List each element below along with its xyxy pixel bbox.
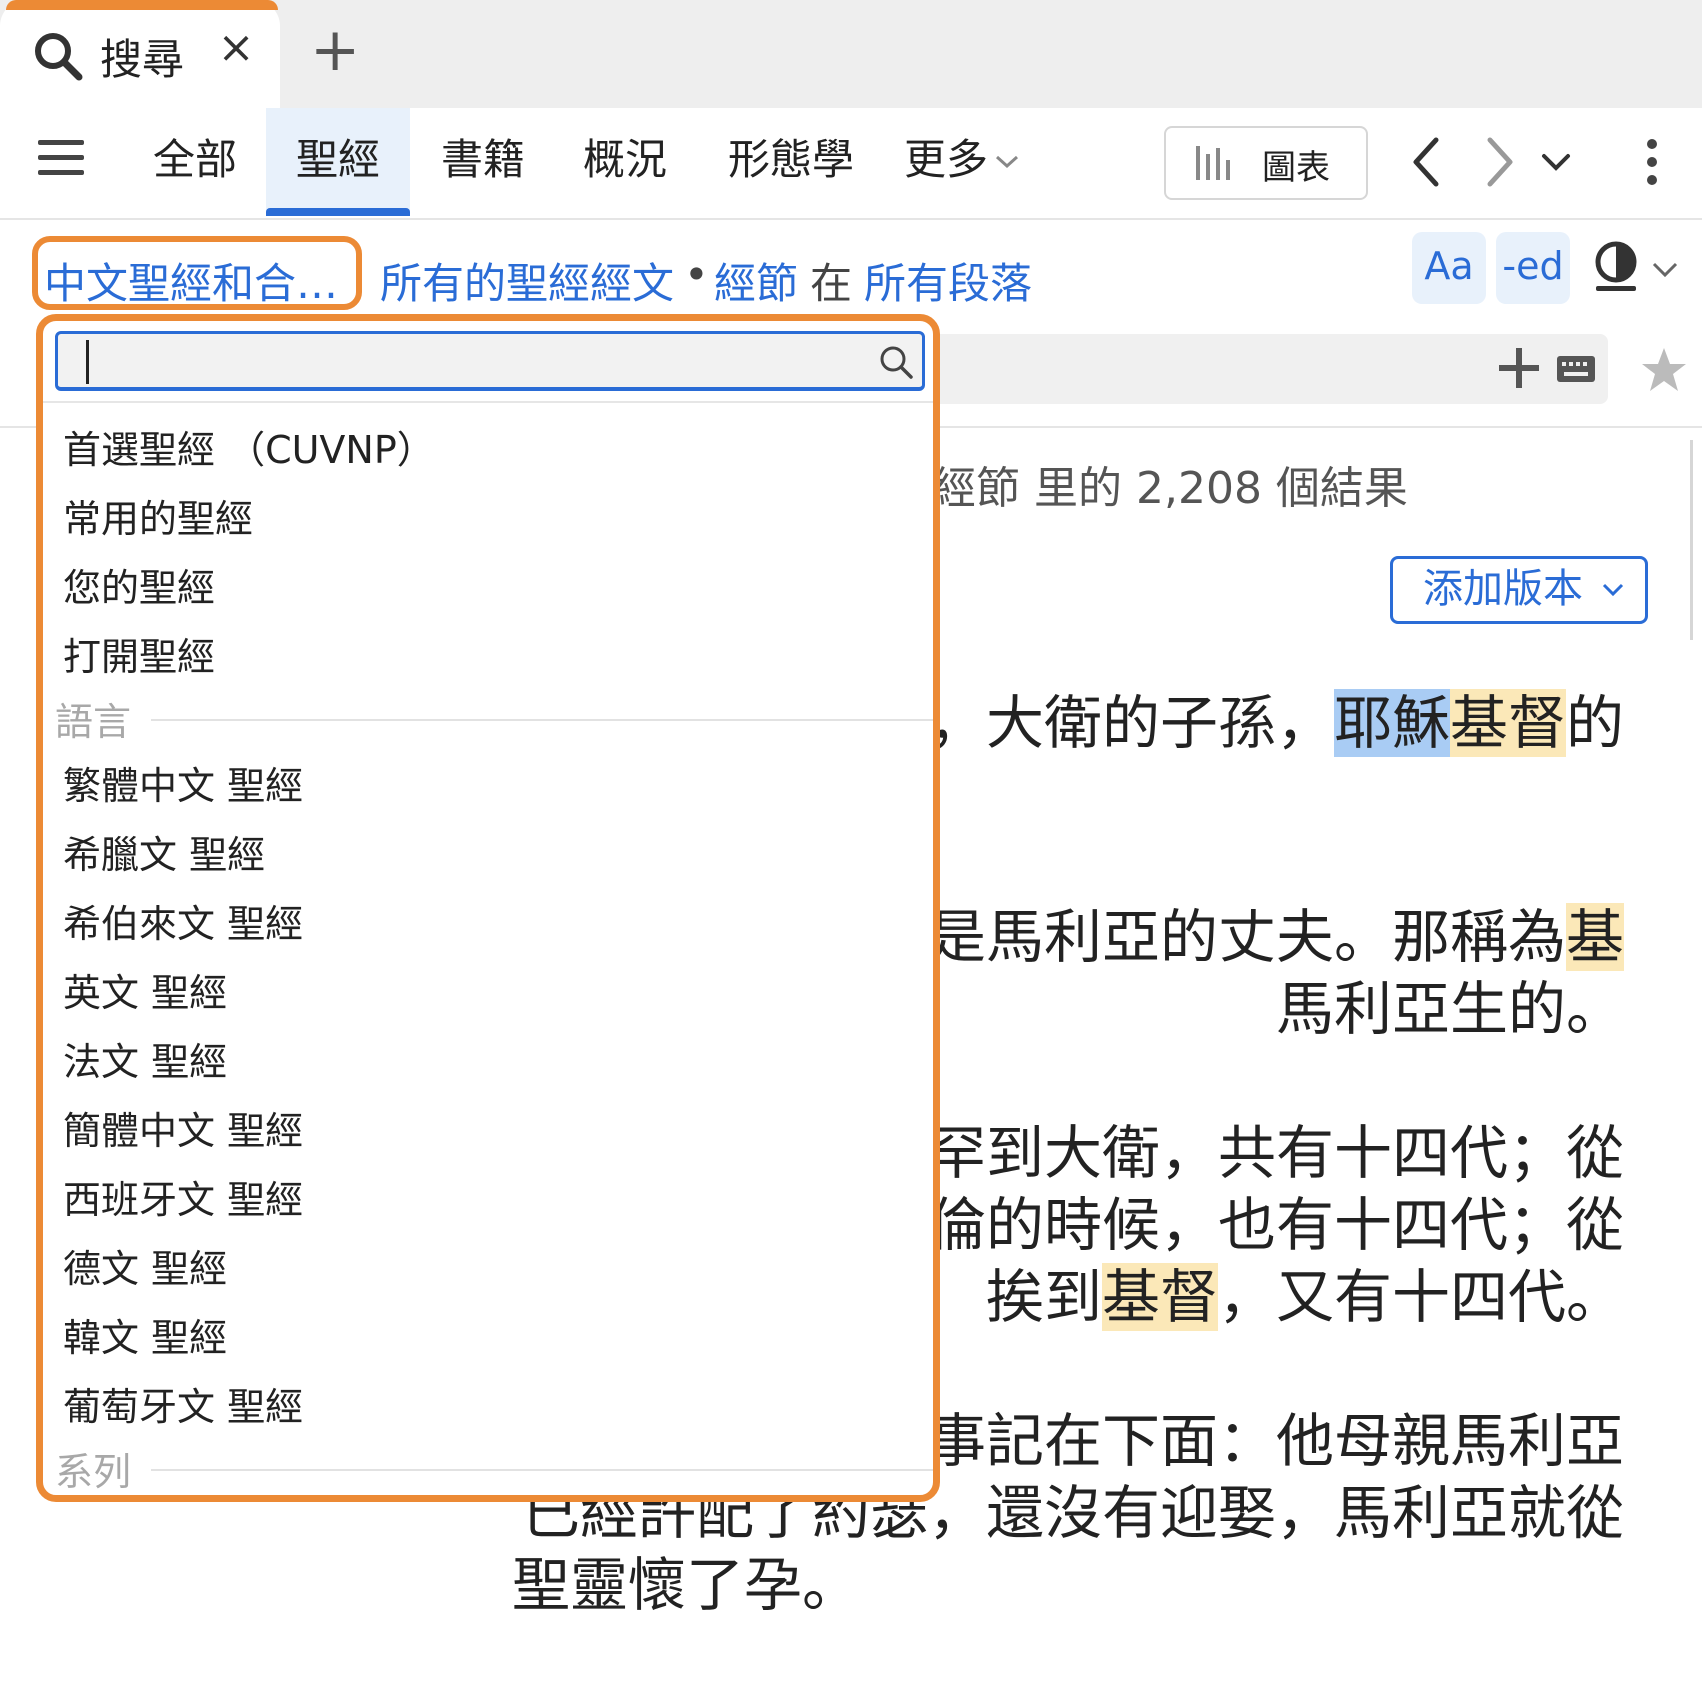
verse-text: 的	[1565, 689, 1624, 757]
chart-label: 圖表	[1262, 148, 1330, 188]
contrast-icon[interactable]	[1592, 240, 1640, 294]
verse-text: 馬利亞生的。	[1275, 975, 1624, 1043]
keyboard-icon[interactable]	[1556, 354, 1596, 384]
tab-more[interactable]: 更多	[896, 108, 996, 216]
tab-accent-bar	[6, 0, 278, 10]
verse-text: ，又有十四代。	[1217, 1263, 1624, 1331]
inflection-button[interactable]: -ed	[1496, 232, 1570, 304]
highlight-match[interactable]: 基督	[1101, 1263, 1218, 1331]
bible-option[interactable]: 西班牙文 聖經	[63, 1169, 303, 1224]
chevron-down-icon[interactable]	[1650, 258, 1680, 282]
chevron-down-icon[interactable]	[1538, 144, 1574, 180]
verse-line: ，大衛的子孫，耶穌基督的	[928, 676, 1624, 760]
verse-line: 馬利亞生的。	[1276, 962, 1624, 1046]
filter-in-word: 在	[810, 259, 853, 308]
group-header: 語言	[55, 700, 132, 744]
tab-all[interactable]: 全部	[140, 108, 250, 216]
tab-books[interactable]: 書籍	[420, 108, 546, 216]
bible-option[interactable]: 您的聖經	[63, 557, 215, 612]
star-icon[interactable]	[1640, 346, 1688, 394]
verse-text: 罕到大衛，共有十四代；從	[927, 1119, 1624, 1187]
bible-scope-label[interactable]: 中文聖經和合…	[44, 250, 338, 311]
bible-option[interactable]: 葡萄牙文 聖經	[63, 1376, 303, 1431]
group-divider	[151, 1469, 933, 1471]
section-filter-link[interactable]: 所有段落	[864, 250, 1032, 311]
close-icon[interactable]: ×	[214, 22, 258, 73]
bible-option[interactable]: 打開聖經	[63, 626, 215, 681]
bible-option[interactable]: 德文 聖經	[63, 1238, 227, 1293]
search-unit-link[interactable]: 經節	[714, 250, 798, 311]
result-count-text: 經節 里的 2,208 個結果	[932, 463, 1408, 514]
bible-option[interactable]: 英文 聖經	[63, 962, 227, 1017]
chevron-down-icon	[1602, 583, 1624, 597]
plus-icon[interactable]	[1498, 346, 1540, 390]
scrollbar[interactable]	[1690, 440, 1693, 640]
bar-chart-icon	[1196, 146, 1230, 180]
nav-bar: 全部 聖經 書籍 概況 形態學 更多 圖表	[0, 108, 1702, 220]
passage-range-link[interactable]: 所有的聖經經文	[380, 250, 674, 311]
highlight-current[interactable]: 耶穌	[1333, 689, 1450, 757]
chevron-down-icon	[995, 155, 1019, 169]
font-size-button[interactable]: Aa	[1412, 232, 1486, 304]
chart-button[interactable]: 圖表	[1164, 126, 1368, 200]
bible-option[interactable]: 簡體中文 聖經	[63, 1100, 303, 1155]
tab-overview[interactable]: 概況	[560, 108, 690, 216]
chevron-left-icon[interactable]	[1402, 132, 1452, 192]
bible-option[interactable]: 希伯來文 聖經	[63, 893, 303, 948]
bible-option[interactable]: 繁體中文 聖經	[63, 755, 303, 810]
verse-text: ，大衛的子孫，	[927, 689, 1334, 757]
filter-separator: •	[684, 250, 709, 299]
tab-morphology[interactable]: 形態學	[716, 108, 866, 216]
verse-text: 是馬利亞的丈夫。那稱為	[927, 903, 1566, 971]
bible-selector-dropdown: 首選聖經 （CUVNP） 常用的聖經您的聖經打開聖經語言繁體中文 聖經 希臘文 聖經…	[36, 314, 940, 1502]
verse-text: 倫的時候，也有十四代；從	[927, 1191, 1624, 1259]
chevron-right-icon[interactable]	[1474, 132, 1524, 192]
divider	[43, 401, 933, 403]
search-icon	[35, 33, 83, 81]
bible-option[interactable]: 韓文 聖經	[63, 1307, 227, 1362]
bible-option[interactable]: 希臘文 聖經	[63, 824, 265, 879]
bible-option[interactable]: 法文 聖經	[63, 1031, 227, 1086]
verse-line: 聖靈懷了孕。	[512, 1538, 860, 1622]
verse-line: 挨到基督，又有十四代。	[986, 1250, 1624, 1334]
search-icon[interactable]	[878, 344, 914, 380]
bible-option[interactable]: 常用的聖經	[63, 488, 253, 543]
verse-text: 挨到	[985, 1263, 1102, 1331]
add-version-label: 添加版本	[1423, 566, 1583, 612]
menu-icon[interactable]	[38, 138, 86, 178]
highlight-match[interactable]: 基	[1565, 903, 1624, 971]
group-header: 系列	[55, 1450, 132, 1494]
text-caret	[86, 340, 89, 384]
verse-text: 事記在下面：他母親馬利亞	[927, 1407, 1624, 1475]
bible-filter-input[interactable]	[55, 331, 925, 391]
tab-bible[interactable]: 聖經	[266, 108, 410, 216]
new-tab-button[interactable]: +	[310, 20, 360, 82]
group-divider	[151, 719, 933, 721]
highlight-match[interactable]: 基督	[1449, 689, 1566, 757]
verse-text: 聖靈懷了孕。	[512, 1551, 861, 1619]
more-vertical-icon[interactable]	[1640, 138, 1664, 186]
bible-option[interactable]: 首選聖經 （CUVNP）	[63, 419, 435, 474]
add-version-button[interactable]: 添加版本	[1390, 556, 1648, 624]
tab-title: 搜尋	[100, 35, 185, 84]
